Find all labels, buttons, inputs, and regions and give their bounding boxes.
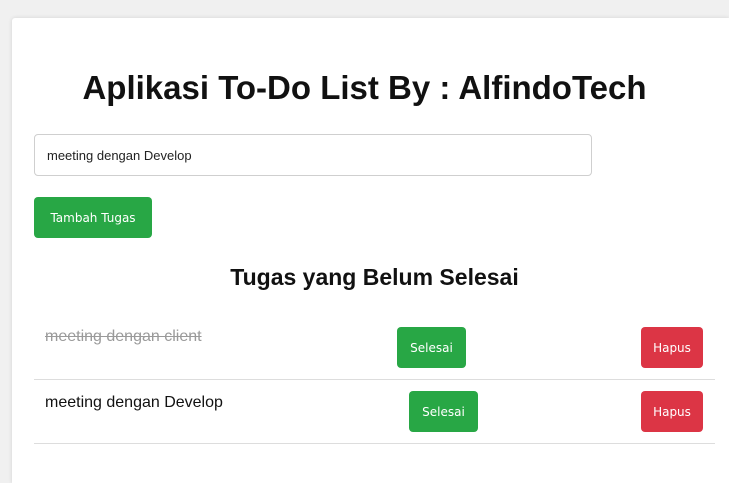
task-1-done-button[interactable]: Selesai	[397, 327, 466, 368]
row-divider	[34, 379, 715, 380]
task-text: meeting dengan Develop	[45, 394, 223, 411]
task-1-delete-button[interactable]: Hapus	[641, 327, 703, 368]
page-title: Aplikasi To-Do List By : AlfindoTech	[82, 69, 647, 106]
section-heading: Tugas yang Belum Selesai	[230, 264, 519, 290]
task-input[interactable]	[34, 134, 592, 176]
row-divider	[34, 443, 715, 444]
task-2-delete-button[interactable]: Hapus	[641, 391, 703, 432]
task-2-done-button[interactable]: Selesai	[409, 391, 478, 432]
task-text-completed: meeting dengan client	[45, 328, 202, 345]
add-task-button[interactable]: Tambah Tugas	[34, 197, 152, 238]
